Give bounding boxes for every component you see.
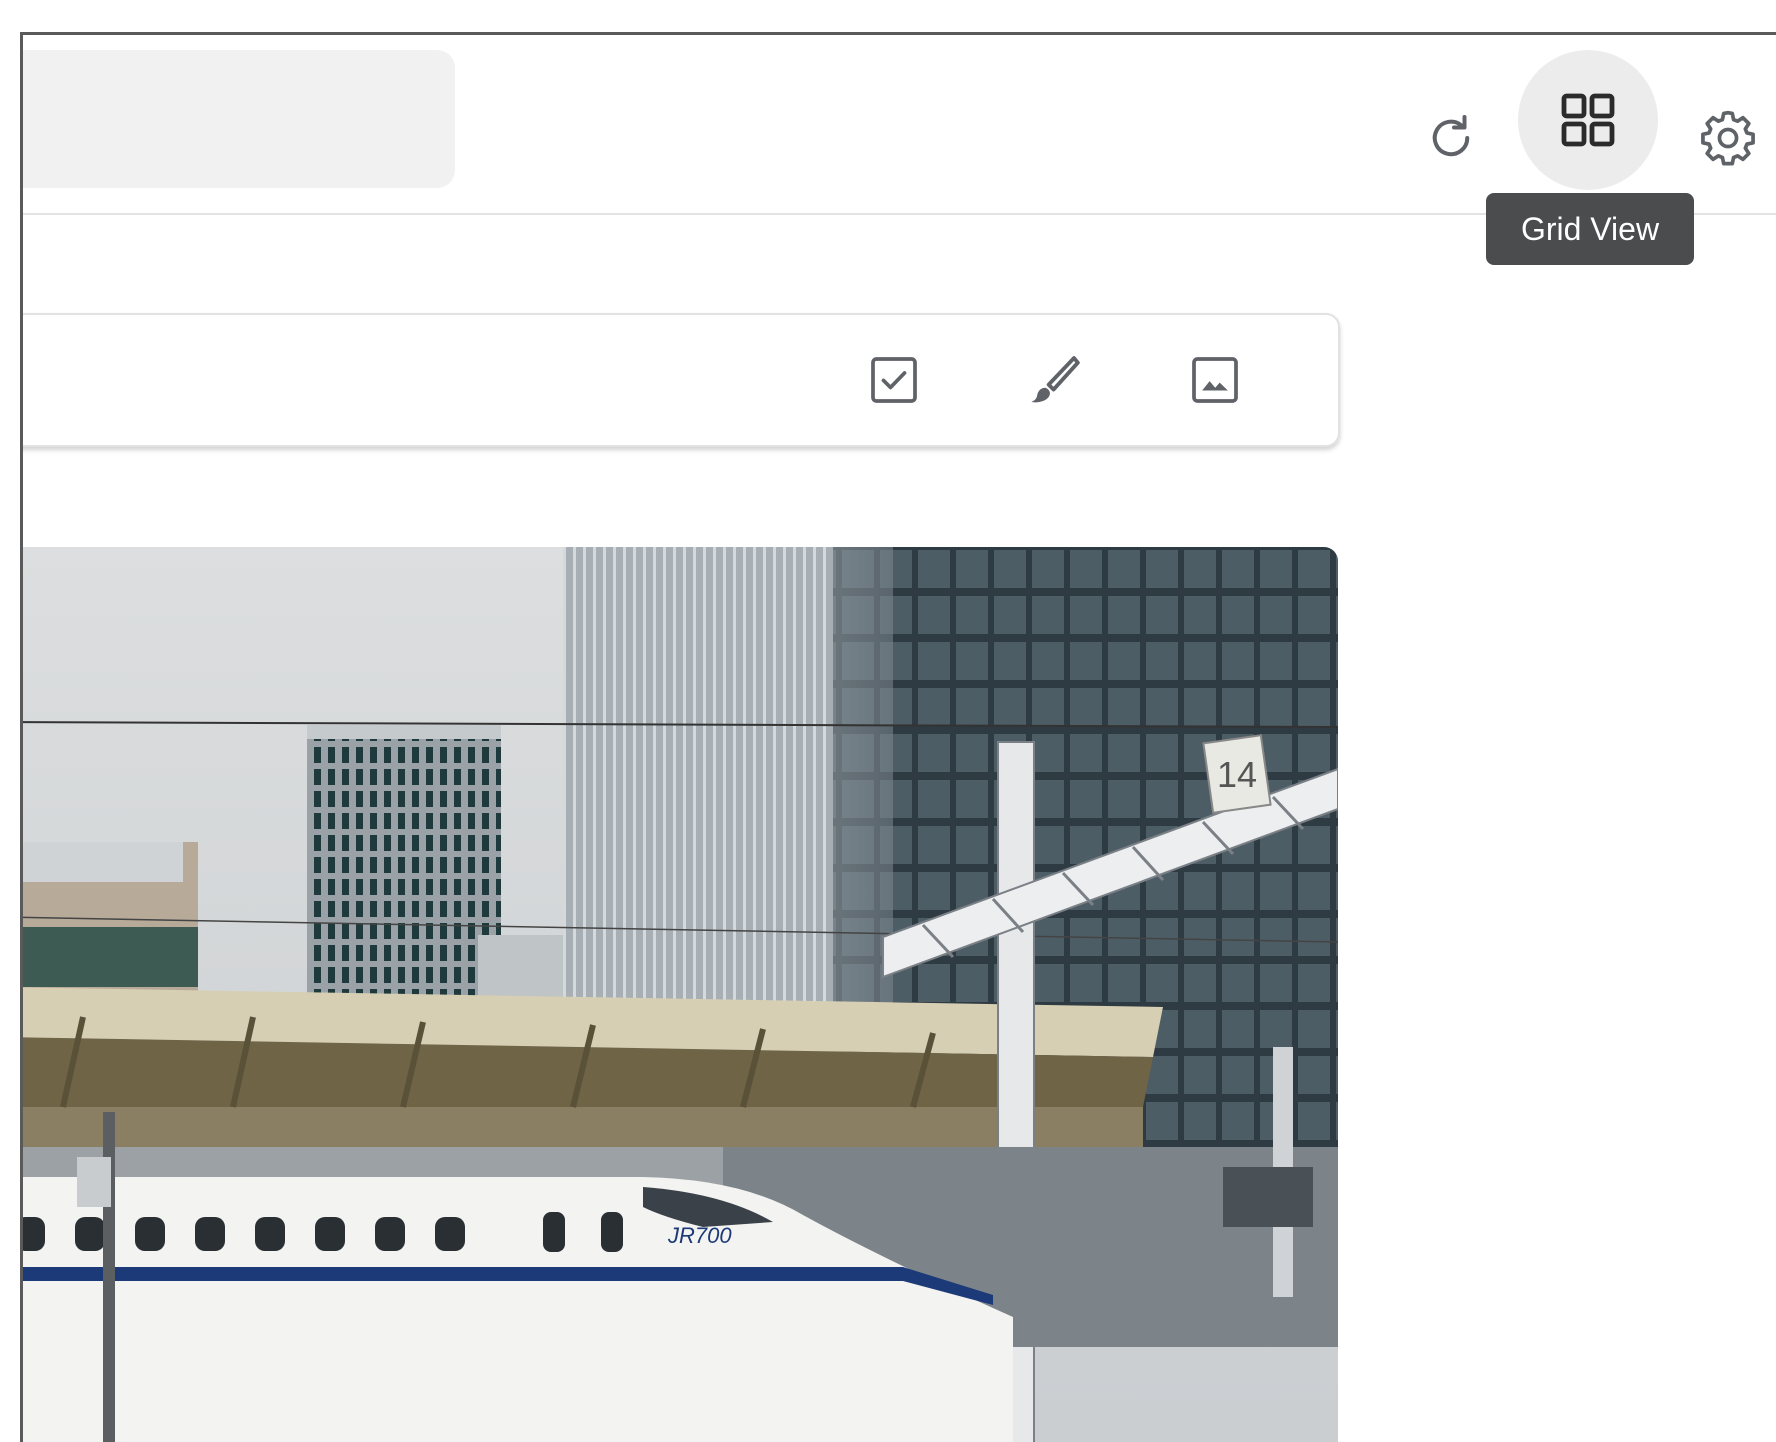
- top-bar: [23, 35, 1776, 215]
- grid-view-button[interactable]: [1518, 50, 1658, 190]
- grid-view-icon: [1561, 93, 1615, 147]
- refresh-icon[interactable]: [1401, 88, 1501, 188]
- platform-number: 14: [1217, 754, 1257, 795]
- brush-icon[interactable]: [1017, 345, 1087, 415]
- photo-card[interactable]: 14 JR700: [23, 547, 1338, 1442]
- checkbox-icon[interactable]: [859, 345, 929, 415]
- app-window: Grid View 14 JR700: [20, 32, 1776, 1442]
- train-station-photo: 14 JR700: [23, 547, 1338, 1442]
- take-note-bar[interactable]: [23, 313, 1340, 447]
- grid-view-tooltip: Grid View: [1486, 193, 1694, 265]
- image-icon[interactable]: [1180, 345, 1250, 415]
- search-input[interactable]: [23, 50, 455, 188]
- gear-icon[interactable]: [1683, 88, 1773, 188]
- train-label: JR700: [667, 1223, 732, 1248]
